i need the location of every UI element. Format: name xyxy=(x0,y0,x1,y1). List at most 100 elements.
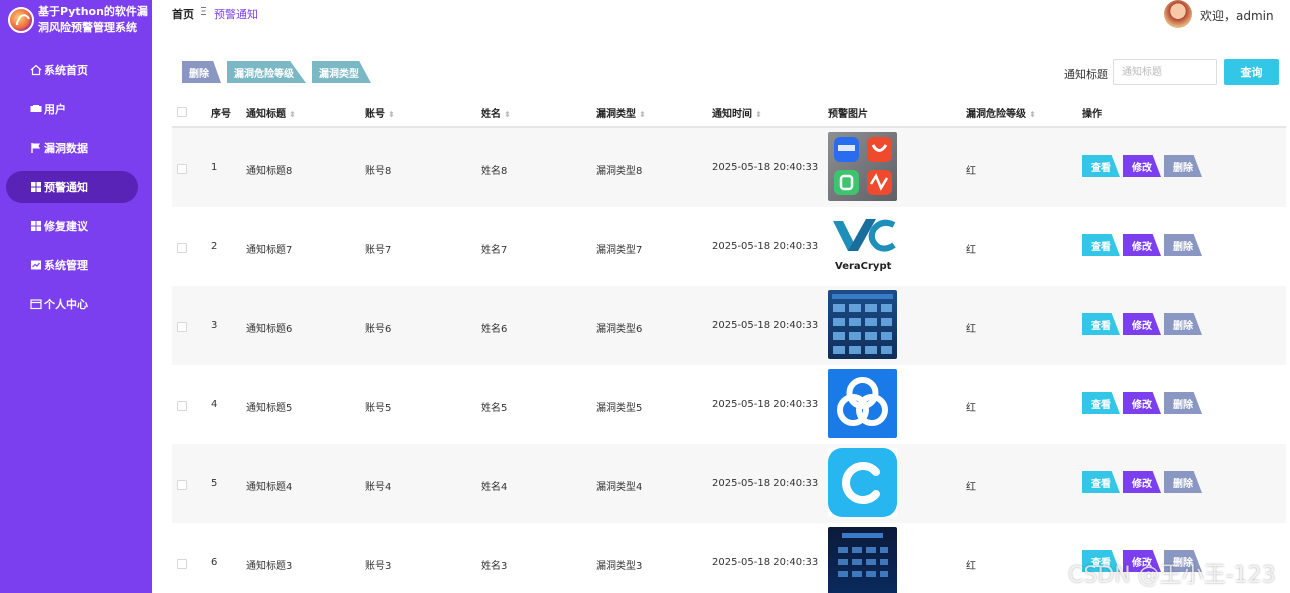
alert-image[interactable]: VeraCrypt xyxy=(828,211,897,280)
search-input[interactable] xyxy=(1113,59,1217,85)
header-ops: 操作 xyxy=(1082,109,1102,120)
cell-account: 账号7 xyxy=(365,245,392,256)
view-button[interactable]: 查看 xyxy=(1082,392,1120,414)
sidebar-item-label: 修复建议 xyxy=(44,220,88,233)
cell-level: 红 xyxy=(966,324,976,335)
edit-button[interactable]: 修改 xyxy=(1123,313,1161,335)
user-icon xyxy=(30,103,42,115)
row-checkbox[interactable] xyxy=(177,480,187,490)
select-all-checkbox[interactable] xyxy=(177,107,187,117)
sidebar: 基于Python的软件漏洞风险预警管理系统 系统首页 用户 漏洞数据 预警通知 xyxy=(0,0,152,593)
grid-icon xyxy=(30,220,42,232)
delete-button[interactable]: 删除 xyxy=(1164,471,1202,493)
delete-button[interactable]: 删除 xyxy=(1164,155,1202,177)
edit-button[interactable]: 修改 xyxy=(1123,234,1161,256)
row-checkbox[interactable] xyxy=(177,322,187,332)
sidebar-item-label: 预警通知 xyxy=(44,181,88,194)
view-button[interactable]: 查看 xyxy=(1082,471,1120,493)
alert-image[interactable] xyxy=(828,527,897,593)
header-index: 序号 xyxy=(211,109,231,120)
table-header: 序号 通知标题 ⬍ 账号 ⬍ 姓名 ⬍ 漏洞类型 ⬍ 通知时间 ⬍ 预警图片 漏洞危险等级… xyxy=(172,96,1286,128)
topbar: 首页 Ξ 预警通知 欢迎，admin xyxy=(152,0,1290,28)
vuln-type-button[interactable]: 漏洞类型 xyxy=(312,61,371,83)
edit-button[interactable]: 修改 xyxy=(1123,471,1161,493)
cell-account: 账号4 xyxy=(365,482,392,493)
delete-button[interactable]: 删除 xyxy=(1164,392,1202,414)
cell-vuln-type: 漏洞类型7 xyxy=(596,245,643,256)
cell-index: 6 xyxy=(211,557,218,568)
search-button[interactable]: 查询 xyxy=(1224,59,1279,85)
cell-name: 姓名8 xyxy=(481,166,508,177)
cell-level: 红 xyxy=(966,561,976,572)
cell-title: 通知标题7 xyxy=(246,245,293,256)
welcome-text: 欢迎，admin xyxy=(1200,9,1274,23)
cell-index: 1 xyxy=(211,162,218,173)
edit-button[interactable]: 修改 xyxy=(1123,392,1161,414)
cell-title: 通知标题5 xyxy=(246,403,293,414)
sort-icon[interactable]: ⬍ xyxy=(504,110,511,119)
view-button[interactable]: 查看 xyxy=(1082,155,1120,177)
sort-icon[interactable]: ⬍ xyxy=(639,110,646,119)
header-title[interactable]: 通知标题 ⬍ xyxy=(246,105,296,120)
row-checkbox[interactable] xyxy=(177,559,187,569)
sort-icon[interactable]: ⬍ xyxy=(1029,110,1036,119)
sidebar-item-fix-advice[interactable]: 修复建议 xyxy=(6,210,138,242)
sort-icon[interactable]: ⬍ xyxy=(289,110,296,119)
cell-account: 账号5 xyxy=(365,403,392,414)
cell-level: 红 xyxy=(966,403,976,414)
header-level[interactable]: 漏洞危险等级 ⬍ xyxy=(966,105,1036,120)
avatar[interactable] xyxy=(1164,0,1192,28)
breadcrumb-separator: Ξ xyxy=(200,5,207,18)
alert-image[interactable] xyxy=(828,448,897,517)
header-name[interactable]: 姓名 ⬍ xyxy=(481,105,511,120)
delete-button[interactable]: 删除 xyxy=(1164,313,1202,335)
cell-title: 通知标题4 xyxy=(246,482,293,493)
app-title: 基于Python的软件漏洞风险预警管理系统 xyxy=(38,5,148,34)
sidebar-item-home[interactable]: 系统首页 xyxy=(6,54,138,86)
cell-name: 姓名7 xyxy=(481,245,508,256)
sort-icon[interactable]: ⬍ xyxy=(755,110,762,119)
cell-title: 通知标题8 xyxy=(246,166,293,177)
header-account[interactable]: 账号 ⬍ xyxy=(365,105,395,120)
cell-vuln-type: 漏洞类型6 xyxy=(596,324,643,335)
alert-image[interactable] xyxy=(828,290,897,359)
row-checkbox[interactable] xyxy=(177,164,187,174)
breadcrumb-current: 预警通知 xyxy=(214,8,258,21)
toolbar: 删除 漏洞危险等级 漏洞类型 xyxy=(182,61,371,83)
search-label: 通知标题 xyxy=(1064,68,1108,81)
sidebar-item-system[interactable]: 系统管理 xyxy=(6,249,138,281)
edit-button[interactable]: 修改 xyxy=(1123,155,1161,177)
cell-index: 2 xyxy=(211,241,218,252)
cell-name: 姓名4 xyxy=(481,482,508,493)
alert-image[interactable] xyxy=(828,369,897,438)
sidebar-item-label: 漏洞数据 xyxy=(44,142,88,155)
vuln-level-button[interactable]: 漏洞危险等级 xyxy=(227,61,306,83)
sidebar-item-users[interactable]: 用户 xyxy=(6,93,138,125)
chart-icon xyxy=(30,259,42,271)
row-checkbox[interactable] xyxy=(177,243,187,253)
table-row: 5 通知标题4 账号4 姓名4 漏洞类型4 2025-05-18 20:40:3… xyxy=(172,444,1286,523)
delete-button[interactable]: 删除 xyxy=(1164,234,1202,256)
row-checkbox[interactable] xyxy=(177,401,187,411)
breadcrumb-home[interactable]: 首页 xyxy=(172,6,194,22)
sidebar-item-alerts[interactable]: 预警通知 xyxy=(6,171,138,203)
cell-time: 2025-05-18 20:40:33 xyxy=(712,478,819,489)
header-time[interactable]: 通知时间 ⬍ xyxy=(712,105,762,120)
sort-icon[interactable]: ⬍ xyxy=(388,110,395,119)
sidebar-item-profile[interactable]: 个人中心 xyxy=(6,288,138,320)
bulk-delete-button[interactable]: 删除 xyxy=(182,61,221,83)
app-logo-icon xyxy=(8,7,34,33)
cell-time: 2025-05-18 20:40:33 xyxy=(712,320,819,331)
cell-account: 账号6 xyxy=(365,324,392,335)
alert-image[interactable] xyxy=(828,132,897,201)
image-caption: VeraCrypt xyxy=(835,261,892,272)
cell-name: 姓名5 xyxy=(481,403,508,414)
header-vuln-type[interactable]: 漏洞类型 ⬍ xyxy=(596,105,646,120)
cell-time: 2025-05-18 20:40:33 xyxy=(712,557,819,568)
sidebar-item-label: 系统首页 xyxy=(44,64,88,77)
view-button[interactable]: 查看 xyxy=(1082,313,1120,335)
watermark: CSDN @王小王-123 xyxy=(1068,563,1276,588)
cell-name: 姓名6 xyxy=(481,324,508,335)
view-button[interactable]: 查看 xyxy=(1082,234,1120,256)
sidebar-item-vuln-data[interactable]: 漏洞数据 xyxy=(6,132,138,164)
